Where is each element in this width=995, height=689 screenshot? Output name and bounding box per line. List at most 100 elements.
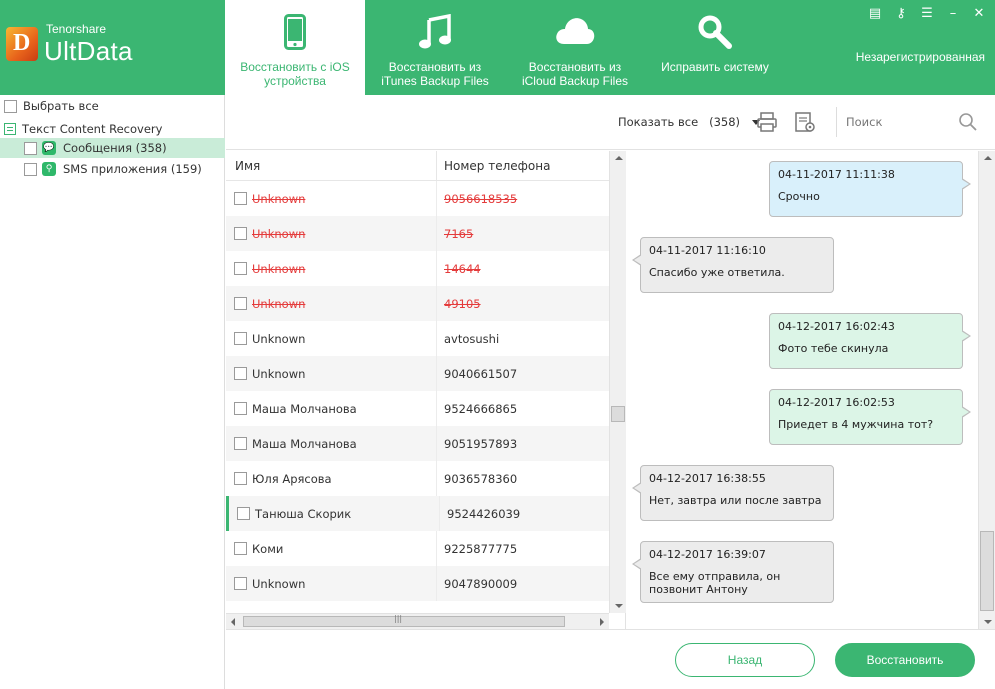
table-row[interactable]: Unknown 49105 (226, 286, 609, 321)
minimize-icon[interactable]: – (945, 6, 961, 22)
tab-recover-itunes[interactable]: Восстановить из iTunes Backup Files (365, 0, 505, 95)
wrench-icon (698, 15, 732, 49)
row-checkbox[interactable] (234, 297, 247, 310)
tab-recover-ios[interactable]: Восстановить с iOS устройства (225, 0, 365, 95)
scroll-thumb[interactable] (611, 406, 625, 422)
row-checkbox[interactable] (234, 262, 247, 275)
contact-phone: 14644 (444, 262, 481, 276)
table-row[interactable]: Unknown 9047890009 (226, 566, 609, 601)
row-checkbox[interactable] (234, 367, 247, 380)
contact-name: Unknown (252, 367, 306, 381)
row-checkbox[interactable] (234, 227, 247, 240)
table-row[interactable]: Маша Молчанова 9051957893 (226, 426, 609, 461)
app-header: D Tenorshare UltData Восстановить с iOS … (0, 0, 995, 95)
sms-apps-checkbox[interactable] (24, 162, 37, 176)
column-header-phone[interactable]: Номер телефона (444, 159, 550, 173)
scroll-up-icon[interactable] (984, 156, 992, 160)
contact-name: Unknown (252, 577, 306, 591)
scroll-up-icon[interactable] (615, 156, 623, 160)
back-button[interactable]: Назад (675, 643, 815, 677)
row-checkbox[interactable] (234, 472, 247, 485)
menu-icon[interactable]: ☰ (919, 6, 935, 22)
table-row[interactable]: Маша Молчанова 9524666865 (226, 391, 609, 426)
contact-name: Коми (252, 542, 284, 556)
row-checkbox[interactable] (234, 402, 247, 415)
row-checkbox[interactable] (234, 577, 247, 590)
message-time: 04-11-2017 11:16:10 (649, 244, 766, 257)
tab-label-line1: Восстановить из (388, 60, 482, 74)
message-time: 04-12-2017 16:02:53 (778, 396, 895, 409)
table-row[interactable]: Unknown 9040661507 (226, 356, 609, 391)
table-row[interactable]: Unknown 14644 (226, 251, 609, 286)
messages-checkbox[interactable] (24, 141, 37, 155)
scroll-down-icon[interactable] (984, 620, 992, 624)
sidebar-item-messages[interactable]: 💬 Сообщения (358) (0, 138, 225, 158)
scroll-right-icon[interactable] (600, 618, 604, 626)
list-icon (4, 123, 16, 135)
cell-divider (436, 251, 437, 286)
close-icon[interactable]: ✕ (971, 6, 987, 22)
tab-repair-system[interactable]: Исправить систему (645, 0, 785, 95)
table-vertical-scrollbar[interactable] (609, 151, 626, 613)
scroll-down-icon[interactable] (615, 604, 623, 608)
footer: Назад Восстановить (226, 629, 995, 689)
scroll-thumb[interactable] (243, 614, 565, 627)
table-row[interactable]: Unknown 7165 (226, 216, 609, 251)
row-checkbox[interactable] (234, 437, 247, 450)
select-all-row[interactable]: Выбрать все (0, 96, 225, 116)
row-checkbox[interactable] (234, 542, 247, 555)
message-text: Нет, завтра или после завтра (649, 494, 822, 507)
contact-phone: 9036578360 (444, 472, 518, 486)
sidebar-group-label: Текст Content Recovery (22, 122, 163, 136)
table-horizontal-scrollbar[interactable] (226, 613, 609, 629)
row-checkbox[interactable] (234, 192, 247, 205)
table-row[interactable]: Коми 9225877775 (226, 531, 609, 566)
brand-product: UltData (44, 36, 133, 66)
table-row[interactable]: Unknown 9056618535 (226, 181, 609, 216)
sidebar-item-sms-apps[interactable]: ⚲ SMS приложения (159) (0, 159, 225, 179)
sidebar-group-text[interactable]: Текст Content Recovery (0, 119, 225, 139)
message-bubble-incoming: 04-11-2017 11:16:10 Спасибо уже ответила… (632, 237, 834, 293)
message-time: 04-12-2017 16:38:55 (649, 472, 766, 485)
contact-phone: 9225877775 (444, 542, 518, 556)
unregistered-link[interactable]: Незарегистрированная (856, 50, 985, 64)
tab-recover-icloud[interactable]: Восстановить из iCloud Backup Files (505, 0, 645, 95)
filter-dropdown[interactable]: Показать все (358) (618, 115, 760, 129)
cell-divider (436, 321, 437, 356)
tab-label-line1: Исправить систему (661, 60, 769, 74)
settings-icon[interactable] (794, 111, 816, 133)
print-icon[interactable] (756, 111, 778, 133)
table-row[interactable]: Юля Арясова 9036578360 (226, 461, 609, 496)
contact-name: Маша Молчанова (252, 402, 357, 416)
cell-divider (436, 461, 437, 496)
message-icon: 💬 (42, 141, 56, 155)
tab-label-line2: iTunes Backup Files (381, 74, 489, 88)
key-icon[interactable]: ⚷ (893, 6, 909, 22)
contact-name: Юля Арясова (252, 472, 332, 486)
brand-company: Tenorshare (46, 22, 107, 36)
search-icon[interactable] (958, 112, 978, 132)
contact-name: Маша Молчанова (252, 437, 357, 451)
contact-phone: 7165 (444, 227, 474, 241)
scroll-thumb[interactable] (980, 531, 994, 611)
contact-name: Unknown (252, 332, 306, 346)
table-row[interactable]: Unknown avtosushi (226, 321, 609, 356)
search-input[interactable] (846, 111, 956, 133)
conversation-scrollbar[interactable] (978, 151, 995, 629)
cell-divider (436, 286, 437, 321)
table-row[interactable]: Танюша Скорик 9524426039 (226, 496, 609, 531)
row-checkbox[interactable] (237, 507, 250, 520)
column-header-name[interactable]: Имя (235, 159, 260, 173)
contact-phone: avtosushi (444, 332, 500, 346)
scroll-left-icon[interactable] (231, 618, 235, 626)
cell-divider (436, 216, 437, 251)
select-all-checkbox[interactable] (4, 99, 17, 113)
row-checkbox[interactable] (234, 332, 247, 345)
register-icon[interactable]: ▤ (867, 6, 883, 22)
sidebar-item-label: SMS приложения (159) (63, 162, 202, 176)
toolbar: Показать все (358) (226, 95, 995, 150)
message-bubble-incoming: 04-12-2017 16:39:07 Все ему отправила, о… (632, 541, 834, 603)
cell-divider (436, 181, 437, 216)
recover-button[interactable]: Восстановить (835, 643, 975, 677)
filter-label: Показать все (618, 115, 699, 129)
